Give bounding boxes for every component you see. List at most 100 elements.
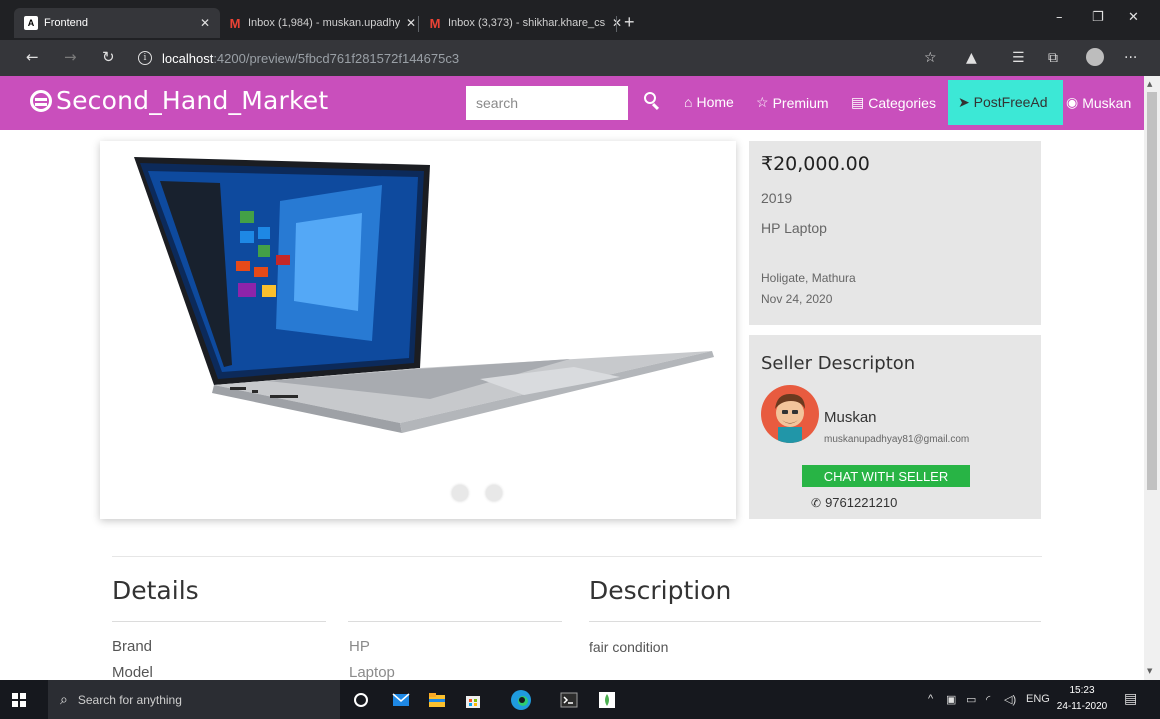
windows-taskbar: ⌕ Search for anything ^ ▣ ▭ ◜ ◁) ENG 15:… <box>0 680 1160 719</box>
tab-divider <box>616 16 617 32</box>
seller-phone-number: 9761221210 <box>825 495 898 510</box>
url-field[interactable]: i localhost:4200/preview/5fbcd761f281572… <box>138 46 948 70</box>
tray-chevron-icon[interactable]: ^ <box>928 693 933 705</box>
brand-logo-icon <box>30 89 52 112</box>
tab-frontend[interactable]: A Frontend ✕ <box>14 8 221 38</box>
search-icon: ⌕ <box>60 691 68 708</box>
clock-date: 24-11-2020 <box>1056 701 1108 712</box>
detail-label-brand: Brand <box>112 638 153 655</box>
nav-categories-label: Categories <box>868 94 936 111</box>
listing-location: Holigate, Mathura <box>761 271 856 285</box>
address-bar: ← → ↻ i localhost:4200/preview/5fbcd761f… <box>0 40 1160 76</box>
window-close-icon[interactable]: ✕ <box>1128 10 1139 25</box>
listing-year: 2019 <box>761 190 793 206</box>
back-icon[interactable]: ← <box>26 48 39 66</box>
home-icon: ⌂ <box>684 94 693 110</box>
tab-title: Frontend <box>44 17 89 29</box>
seller-avatar <box>761 385 819 443</box>
new-tab-icon[interactable]: + <box>624 12 635 33</box>
phone-icon: ✆ <box>811 495 822 510</box>
forward-icon[interactable]: → <box>64 48 77 66</box>
nav-home[interactable]: ⌂ Home <box>684 94 734 110</box>
seller-card: Seller Descripton Muskan muskanupadhyay8… <box>749 335 1041 519</box>
listing-date: Nov 24, 2020 <box>761 292 833 306</box>
notification-app-icon[interactable]: ▣ <box>946 693 956 706</box>
input-language[interactable]: ENG <box>1026 693 1050 705</box>
more-icon[interactable]: ··· <box>1124 50 1137 66</box>
post-free-ad-button[interactable]: ➤ PostFreeAd <box>948 80 1063 125</box>
wifi-icon[interactable]: ◜ <box>986 693 990 706</box>
section-divider <box>112 556 1042 557</box>
description-divider <box>589 621 1041 622</box>
listing-price: ₹20,000.00 <box>761 153 870 175</box>
seller-heading: Seller Descripton <box>761 353 916 374</box>
volume-icon[interactable]: ◁) <box>1004 693 1016 706</box>
seller-phone: ✆ 9761221210 <box>811 495 897 510</box>
browser-tab-strip: A Frontend ✕ M Inbox (1,984) - muskan.up… <box>0 0 1160 40</box>
nav-user-label: Muskan <box>1082 94 1132 111</box>
brand[interactable]: Second_Hand_Market <box>30 86 328 115</box>
url-host: localhost <box>162 50 214 66</box>
scroll-down-icon[interactable]: ▼ <box>1147 667 1152 675</box>
description-text: fair condition <box>589 639 669 655</box>
close-icon[interactable]: ✕ <box>200 16 210 30</box>
gmail-icon: M <box>429 15 441 31</box>
scrollbar-thumb[interactable] <box>1147 92 1157 490</box>
product-image-carousel[interactable] <box>100 141 736 519</box>
details-heading: Details <box>112 576 199 605</box>
collections-icon[interactable]: ⧉ <box>1048 50 1058 66</box>
detail-value-brand: HP <box>349 638 370 655</box>
close-icon[interactable]: ✕ <box>406 16 416 30</box>
nav-premium[interactable]: ☆ Premium <box>756 94 829 111</box>
windows-start-icon[interactable] <box>12 693 26 707</box>
carousel-dot[interactable] <box>452 485 468 501</box>
tab-inbox-muskan[interactable]: M Inbox (1,984) - muskan.upadhya ✕ <box>218 8 426 38</box>
nav-user[interactable]: ◉ Muskan <box>1066 94 1131 111</box>
store-icon[interactable] <box>464 691 482 709</box>
detail-value-model: Laptop <box>349 664 395 681</box>
edge-browser-icon[interactable] <box>510 689 532 711</box>
nav-premium-label: Premium <box>772 94 829 111</box>
clock-time: 15:23 <box>1069 685 1095 696</box>
file-explorer-icon[interactable] <box>428 691 446 709</box>
price-card: ₹20,000.00 2019 HP Laptop Holigate, Math… <box>749 141 1041 325</box>
star-icon: ☆ <box>756 94 769 110</box>
profile-avatar-icon[interactable] <box>1086 48 1104 66</box>
nav-home-label: Home <box>696 94 734 110</box>
battery-icon[interactable]: ▭ <box>966 693 976 706</box>
post-free-ad-label: PostFreeAd <box>973 94 1048 110</box>
details-divider <box>112 621 326 622</box>
listing-title: HP Laptop <box>761 220 827 236</box>
restore-icon[interactable]: ❐ <box>1092 10 1104 25</box>
action-center-icon[interactable]: ▤ <box>1124 690 1137 707</box>
mongodb-compass-icon[interactable] <box>598 691 616 709</box>
extension-icon[interactable]: ▲ <box>966 50 977 66</box>
carousel-dot[interactable] <box>486 485 502 501</box>
minimize-icon[interactable]: – <box>1056 10 1063 25</box>
details-divider <box>348 621 562 622</box>
app-a-icon: A <box>24 16 38 30</box>
paper-plane-icon: ➤ <box>958 94 970 110</box>
terminal-icon[interactable] <box>560 691 578 709</box>
taskbar-search-placeholder: Search for anything <box>77 692 182 707</box>
taskbar-search[interactable]: ⌕ Search for anything <box>48 680 340 719</box>
favorite-star-icon[interactable]: ☆ <box>924 50 937 66</box>
carousel-indicators <box>452 485 520 501</box>
close-icon[interactable]: ✕ <box>612 16 622 30</box>
cortana-icon[interactable] <box>352 691 370 709</box>
document-icon: ▤ <box>851 94 865 110</box>
refresh-icon[interactable]: ↻ <box>102 48 115 66</box>
search-input[interactable] <box>466 86 628 120</box>
favorites-list-icon[interactable]: ☰ <box>1012 50 1025 66</box>
chat-with-seller-button[interactable]: CHAT WITH SELLER <box>802 465 970 487</box>
user-circle-icon: ◉ <box>1066 94 1079 110</box>
nav-categories[interactable]: ▤ Categories <box>851 94 936 111</box>
taskbar-clock[interactable]: 15:23 24-11-2020 <box>1054 683 1110 715</box>
tab-inbox-shikhar[interactable]: M Inbox (3,373) - shikhar.khare_cs1 ✕ <box>418 8 632 38</box>
tab-title: Inbox (1,984) - muskan.upadhya <box>248 17 400 29</box>
search-icon[interactable] <box>644 92 660 111</box>
scroll-up-icon[interactable]: ▲ <box>1147 80 1152 88</box>
info-icon[interactable]: i <box>138 51 152 65</box>
mail-icon[interactable] <box>392 691 410 709</box>
url-path: :4200/preview/5fbcd761f281572f144675c3 <box>213 50 460 66</box>
